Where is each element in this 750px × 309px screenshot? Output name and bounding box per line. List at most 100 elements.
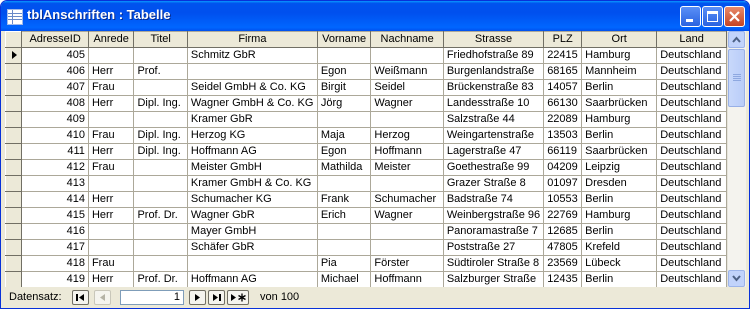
- table-cell[interactable]: Birgit: [316, 79, 372, 96]
- table-cell[interactable]: Deutschland: [656, 143, 727, 160]
- table-cell[interactable]: [186, 63, 318, 80]
- table-cell[interactable]: Poststraße 27: [442, 239, 545, 256]
- table-row[interactable]: 412 Frau Meister GmbH Mathilda Meister Goethe…: [5, 159, 727, 176]
- table-cell[interactable]: 412: [21, 159, 89, 176]
- table-cell[interactable]: [316, 239, 372, 256]
- table-row[interactable]: 419 Herr Prof. Dr. Hoffmann AG Michael Hoffma…: [5, 271, 727, 287]
- table-row[interactable]: 413 Kramer GmbH & Co. KG Grazer Straße 8 01…: [5, 175, 727, 192]
- table-cell[interactable]: Kramer GbR: [186, 111, 318, 128]
- table-cell[interactable]: Berlin: [581, 191, 658, 208]
- table-cell[interactable]: Hoffmann AG: [186, 143, 318, 160]
- table-cell[interactable]: Goethestraße 99: [442, 159, 545, 176]
- table-cell[interactable]: 68165: [543, 63, 583, 80]
- table-cell[interactable]: Frau: [87, 79, 135, 96]
- table-cell[interactable]: Herr: [87, 191, 135, 208]
- previous-record-button[interactable]: [94, 290, 111, 305]
- table-cell[interactable]: 410: [21, 127, 89, 144]
- scroll-thumb[interactable]: [728, 49, 745, 107]
- table-cell[interactable]: Prof. Dr.: [133, 207, 188, 224]
- table-cell[interactable]: Landesstraße 10: [442, 95, 545, 112]
- table-cell[interactable]: [370, 175, 444, 192]
- table-cell[interactable]: Mannheim: [581, 63, 658, 80]
- table-cell[interactable]: Saarbrücken: [581, 143, 658, 160]
- table-cell[interactable]: Berlin: [581, 223, 658, 240]
- table-cell[interactable]: Friedhofstraße 89: [442, 47, 545, 64]
- column-header[interactable]: Anrede: [87, 31, 135, 48]
- table-cell[interactable]: [133, 159, 188, 176]
- table-cell[interactable]: [133, 239, 188, 256]
- table-cell[interactable]: Hoffmann: [370, 271, 444, 287]
- table-cell[interactable]: Mayer GmbH: [186, 223, 318, 240]
- table-row[interactable]: 408 Herr Dipl. Ing. Wagner GmbH & Co. KG Jör…: [5, 95, 727, 112]
- table-cell[interactable]: [133, 111, 188, 128]
- table-cell[interactable]: Prof. Dr.: [133, 271, 188, 287]
- table-cell[interactable]: Seidel: [370, 79, 444, 96]
- current-record-field[interactable]: 1: [120, 290, 184, 305]
- table-cell[interactable]: Frau: [87, 159, 135, 176]
- table-cell[interactable]: Herzog: [370, 127, 444, 144]
- table-cell[interactable]: 416: [21, 223, 89, 240]
- table-cell[interactable]: Salzstraße 44: [442, 111, 545, 128]
- table-cell[interactable]: 418: [21, 255, 89, 272]
- table-cell[interactable]: Maja: [316, 127, 372, 144]
- table-row[interactable]: 405 Schmitz GbR Friedhofstraße 89 22415 Hamb…: [5, 47, 727, 64]
- table-cell[interactable]: [370, 111, 444, 128]
- table-cell[interactable]: Dipl. Ing.: [133, 95, 188, 112]
- column-header[interactable]: Titel: [133, 31, 188, 48]
- table-cell[interactable]: Schmitz GbR: [186, 47, 318, 64]
- table-cell[interactable]: Deutschland: [656, 95, 727, 112]
- table-cell[interactable]: 411: [21, 143, 89, 160]
- table-cell[interactable]: Wagner: [370, 95, 444, 112]
- close-button[interactable]: [724, 6, 745, 27]
- table-cell[interactable]: 10553: [543, 191, 583, 208]
- table-cell[interactable]: Prof.: [133, 63, 188, 80]
- table-cell[interactable]: 22415: [543, 47, 583, 64]
- table-cell[interactable]: 22769: [543, 207, 583, 224]
- table-cell[interactable]: [87, 47, 135, 64]
- table-cell[interactable]: 66119: [543, 143, 583, 160]
- table-cell[interactable]: Deutschland: [656, 63, 727, 80]
- title-bar[interactable]: tblAnschriften : Tabelle: [1, 1, 749, 31]
- table-cell[interactable]: Schäfer GbR: [186, 239, 318, 256]
- table-cell[interactable]: Herzog KG: [186, 127, 318, 144]
- table-cell[interactable]: [316, 47, 372, 64]
- table-cell[interactable]: [87, 175, 135, 192]
- table-cell[interactable]: Frank: [316, 191, 372, 208]
- table-cell[interactable]: 66130: [543, 95, 583, 112]
- table-cell[interactable]: [133, 47, 188, 64]
- record-selector[interactable]: [5, 255, 23, 272]
- table-cell[interactable]: Badstraße 74: [442, 191, 545, 208]
- table-cell[interactable]: 47805: [543, 239, 583, 256]
- table-cell[interactable]: 414: [21, 191, 89, 208]
- table-cell[interactable]: 408: [21, 95, 89, 112]
- table-cell[interactable]: Berlin: [581, 271, 658, 287]
- column-header[interactable]: PLZ: [543, 31, 583, 48]
- table-row[interactable]: 406 Herr Prof. Egon Weißmann Burgenlandstraße…: [5, 63, 727, 80]
- table-row[interactable]: 416 Mayer GmbH Panoramastraße 7 12685 Berlin…: [5, 223, 727, 240]
- table-cell[interactable]: Hoffmann AG: [186, 271, 318, 287]
- table-cell[interactable]: Förster: [370, 255, 444, 272]
- table-cell[interactable]: Kramer GmbH & Co. KG: [186, 175, 318, 192]
- table-cell[interactable]: Deutschland: [656, 239, 727, 256]
- table-cell[interactable]: Dresden: [581, 175, 658, 192]
- table-cell[interactable]: [133, 191, 188, 208]
- record-selector[interactable]: [5, 47, 23, 64]
- table-cell[interactable]: 415: [21, 207, 89, 224]
- table-cell[interactable]: Egon: [316, 63, 372, 80]
- minimize-button[interactable]: [680, 6, 701, 27]
- table-cell[interactable]: Brückenstraße 83: [442, 79, 545, 96]
- vertical-scrollbar[interactable]: [727, 31, 746, 287]
- table-cell[interactable]: Frau: [87, 255, 135, 272]
- new-record-button[interactable]: [227, 290, 249, 305]
- record-selector[interactable]: [5, 175, 23, 192]
- table-cell[interactable]: [87, 239, 135, 256]
- table-cell[interactable]: Herr: [87, 95, 135, 112]
- table-cell[interactable]: Deutschland: [656, 127, 727, 144]
- table-cell[interactable]: Lagerstraße 47: [442, 143, 545, 160]
- table-cell[interactable]: Weißmann: [370, 63, 444, 80]
- record-selector[interactable]: [5, 143, 23, 160]
- column-header[interactable]: Strasse: [442, 31, 545, 48]
- table-cell[interactable]: [316, 111, 372, 128]
- record-selector[interactable]: [5, 159, 23, 176]
- record-selector[interactable]: [5, 111, 23, 128]
